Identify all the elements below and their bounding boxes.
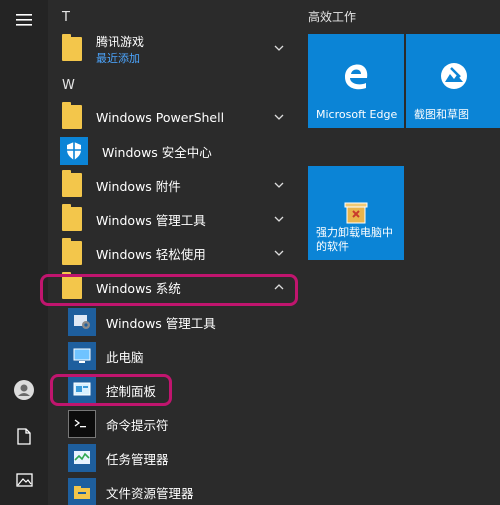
chevron-down-icon [274, 216, 284, 222]
tile-label: 截图和草图 [414, 108, 469, 121]
highlight-box-control-panel [50, 374, 172, 406]
folder-icon [62, 34, 82, 61]
admin-tools-icon [68, 308, 96, 336]
task-manager-icon [68, 444, 96, 472]
tile-label: Microsoft Edge [316, 108, 398, 121]
list-item-task-manager[interactable]: 任务管理器 [68, 441, 300, 475]
group-letter-t[interactable]: T [62, 10, 70, 25]
list-item-label: Windows 安全中心 [102, 144, 212, 160]
hamburger-menu-icon[interactable] [0, 0, 48, 40]
user-avatar-icon[interactable] [0, 370, 48, 410]
recently-added-label: 最近添加 [96, 51, 140, 65]
shield-icon [60, 137, 88, 165]
snip-sketch-icon [438, 60, 470, 96]
list-item-label: 文件资源管理器 [106, 485, 194, 501]
list-item-label: Windows 管理工具 [106, 315, 216, 331]
chevron-down-icon [274, 45, 284, 51]
tile-group-title[interactable]: 高效工作 [308, 8, 356, 25]
pictures-icon[interactable] [0, 460, 48, 500]
list-item-security-center[interactable]: Windows 安全中心 [60, 134, 300, 168]
group-letter-w[interactable]: W [62, 78, 75, 93]
chevron-down-icon [274, 114, 284, 120]
list-item-accessories[interactable]: Windows 附件 [60, 168, 300, 202]
list-item-ease-of-access[interactable]: Windows 轻松使用 [60, 236, 300, 270]
computer-icon [68, 342, 96, 370]
list-item-command-prompt[interactable]: 命令提示符 [68, 407, 300, 441]
list-item-label: 命令提示符 [106, 417, 169, 433]
folder-icon [62, 102, 82, 129]
list-item-label: Windows 轻松使用 [96, 246, 206, 262]
file-explorer-icon [68, 478, 96, 505]
list-item-label: 任务管理器 [106, 451, 169, 467]
chevron-down-icon [274, 250, 284, 256]
list-item-label: 此电脑 [106, 349, 144, 365]
list-item-label: Windows 管理工具 [96, 212, 206, 228]
list-item-label: Windows PowerShell [96, 109, 225, 125]
tile-uninstaller[interactable]: 强力卸载电脑中的软件 [308, 166, 404, 260]
tile-snip-sketch[interactable]: 截图和草图 [406, 34, 500, 128]
terminal-icon [68, 410, 96, 438]
document-icon[interactable] [0, 416, 48, 456]
edge-icon [340, 60, 372, 96]
list-item-tencent-games[interactable]: 腾讯游戏 最近添加 [60, 31, 300, 67]
tile-microsoft-edge[interactable]: Microsoft Edge [308, 34, 404, 128]
start-rail [0, 0, 48, 505]
folder-icon [62, 238, 82, 265]
app-name: 腾讯游戏 [96, 34, 145, 49]
list-item-powershell[interactable]: Windows PowerShell [60, 100, 300, 134]
chevron-down-icon [274, 182, 284, 188]
list-item-this-pc[interactable]: 此电脑 [68, 339, 300, 373]
highlight-box-windows-system [40, 274, 298, 306]
tile-label: 强力卸载电脑中的软件 [316, 226, 393, 253]
folder-icon [62, 204, 82, 231]
list-item-system-admin-tools[interactable]: Windows 管理工具 [68, 305, 300, 339]
app-list[interactable]: T 腾讯游戏 最近添加 W Windows PowerShell Windows… [40, 0, 300, 505]
uninstaller-icon [343, 200, 369, 228]
list-item-label: Windows 附件 [96, 178, 181, 194]
folder-icon [62, 170, 82, 197]
list-item-file-explorer[interactable]: 文件资源管理器 [68, 475, 300, 505]
list-item-admin-tools[interactable]: Windows 管理工具 [60, 202, 300, 236]
